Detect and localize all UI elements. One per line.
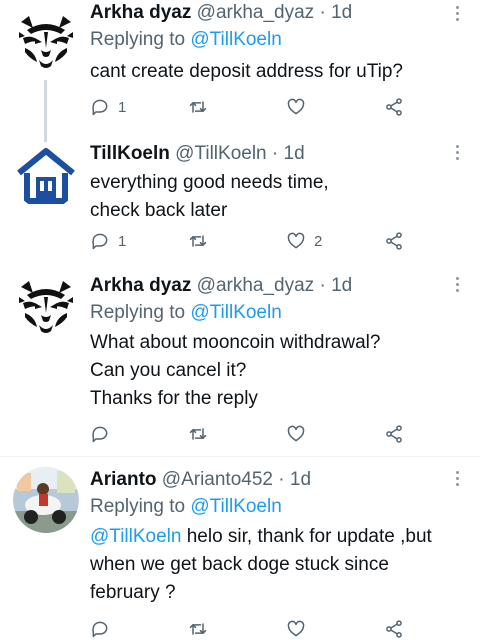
tweet-text-line: check back later [90,200,228,221]
display-name[interactable]: Arianto [90,469,157,490]
tweet[interactable]: Arkha dyaz @arkha_dyaz · 1d Replying to … [0,263,480,455]
retweet-button[interactable] [188,95,216,119]
tweet-text-line: Can you cancel it? [90,360,247,381]
display-name[interactable]: Arkha dyaz [90,2,191,23]
timestamp[interactable]: · 1d [272,143,305,164]
tweet-text: cant create deposit address for uTip? [90,58,458,86]
action-bar [90,422,450,446]
retweet-button[interactable] [188,617,216,640]
heart-icon [287,232,305,249]
tiger-avatar-icon [13,273,79,339]
tweet[interactable]: Arkha dyaz @arkha_dyaz · 1d Replying to … [0,0,480,135]
handle[interactable]: @Arianto452 [162,469,273,490]
timestamp[interactable]: · 1d [319,275,352,296]
like-button[interactable] [286,95,314,119]
handle[interactable]: @arkha_dyaz [197,2,315,23]
house-avatar-icon [13,143,79,209]
share-button[interactable] [384,617,404,640]
share-icon [386,620,402,638]
timestamp[interactable]: · 1d [278,469,311,490]
tiger-avatar-icon [13,8,79,74]
tweet-header: Arkha dyaz @arkha_dyaz · 1d [90,273,458,299]
replying-label: Replying to [90,496,186,517]
reply-count: 1 [118,98,127,116]
retweet-icon [189,428,207,440]
photo-avatar-icon [13,467,79,533]
more-options-icon[interactable] [456,6,460,24]
tweet-text-line: when we get back doge stuck since [90,554,389,575]
action-bar: 1 [90,95,450,119]
tweet-text: everything good needs time, check back l… [90,169,458,225]
tweet-text-line: cant create deposit address for uTip? [90,61,403,82]
action-bar [90,617,450,640]
retweet-button[interactable] [188,229,216,253]
replying-label: Replying to [90,29,186,50]
retweet-icon [189,623,207,635]
display-name[interactable]: Arkha dyaz [90,275,191,296]
reply-button[interactable]: 1 [90,95,126,119]
replying-to-handle[interactable]: @TillKoeln [190,302,281,323]
tweet-text-line: @TillKoeln helo sir, thank for update ,b… [90,523,458,551]
like-button[interactable] [286,617,314,640]
tweet-text: @TillKoeln helo sir, thank for update ,b… [90,523,458,607]
more-options-icon[interactable] [456,471,460,489]
tweet-text-line: What about mooncoin withdrawal? [90,332,381,353]
share-button[interactable] [384,422,404,446]
tweet-text-line: february ? [90,582,176,603]
tweet[interactable]: TillKoeln @TillKoeln · 1d everything goo… [0,135,480,263]
more-options-icon[interactable] [456,145,460,163]
share-icon [386,232,402,250]
tweet-text-fragment: helo sir, thank for update ,but [181,526,432,547]
like-button[interactable] [286,422,314,446]
like-button[interactable]: 2 [286,229,322,253]
share-icon [386,425,402,443]
replying-to-handle[interactable]: @TillKoeln [190,496,281,517]
timestamp[interactable]: · 1d [319,2,352,23]
tweet-header: Arkha dyaz @arkha_dyaz · 1d [90,0,458,26]
tweet-header: Arianto @Arianto452 · 1d [90,467,458,493]
avatar[interactable] [13,273,79,339]
tweet-text-line: everything good needs time, [90,172,329,193]
handle[interactable]: @TillKoeln [175,143,266,164]
retweet-button[interactable] [188,422,216,446]
mention-link[interactable]: @TillKoeln [90,526,181,547]
reply-button[interactable] [90,617,118,640]
more-options-icon[interactable] [456,277,460,295]
heart-icon [287,98,305,115]
retweet-icon [189,101,207,113]
avatar[interactable] [13,8,79,74]
avatar[interactable] [13,467,79,533]
heart-icon [287,620,305,637]
avatar[interactable] [13,143,79,209]
handle[interactable]: @arkha_dyaz [197,275,315,296]
replying-to: Replying to @TillKoeln [90,299,458,327]
share-button[interactable] [384,229,404,253]
action-bar: 1 2 [90,229,450,253]
heart-icon [287,425,305,442]
replying-to: Replying to @TillKoeln [90,26,458,54]
tweet-text: What about mooncoin withdrawal? Can you … [90,329,458,413]
tweet[interactable]: Arianto @Arianto452 · 1d Replying to @Ti… [0,457,480,640]
share-icon [386,98,402,116]
tweet-text-line: Thanks for the reply [90,388,258,409]
replying-to: Replying to @TillKoeln [90,493,458,521]
reply-button[interactable] [90,422,118,446]
reply-icon [92,99,108,116]
reply-icon [92,233,108,250]
replying-label: Replying to [90,302,186,323]
reply-count: 1 [118,232,127,250]
retweet-icon [189,235,207,247]
replying-to-handle[interactable]: @TillKoeln [190,29,281,50]
reply-icon [92,426,108,443]
reply-button[interactable]: 1 [90,229,126,253]
like-count: 2 [314,232,323,250]
display-name[interactable]: TillKoeln [90,143,170,164]
reply-icon [92,621,108,638]
share-button[interactable] [384,95,404,119]
tweet-header: TillKoeln @TillKoeln · 1d [90,141,458,167]
